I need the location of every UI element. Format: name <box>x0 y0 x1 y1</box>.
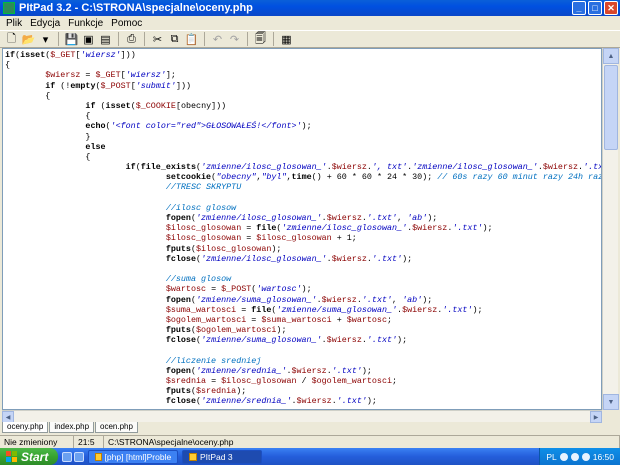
open-folder-icon[interactable]: 📂 <box>21 32 36 47</box>
code-line[interactable]: fputs($ilosc_glosowan); <box>5 244 599 254</box>
code-line[interactable]: $ilosc_glosowan = $ilosc_glosowan + 1; <box>5 233 599 243</box>
window-title: PItPad 3.2 - C:\STRONA\specjalne\oceny.p… <box>19 2 253 14</box>
scroll-thumb[interactable] <box>604 65 618 150</box>
menu-bar: Plik Edycja Funkcje Pomoc <box>0 16 620 30</box>
code-line[interactable]: $suma_wartosci = file('zmienne/suma_glos… <box>5 305 599 315</box>
code-line[interactable] <box>5 193 599 203</box>
code-line[interactable]: //TRESC SKRYPTU <box>5 182 599 192</box>
windows-logo-icon <box>6 451 17 462</box>
horizontal-scrollbar[interactable]: ◀ ▶ <box>2 410 602 423</box>
title-bar[interactable]: PItPad 3.2 - C:\STRONA\specjalne\oceny.p… <box>0 0 620 16</box>
code-line[interactable]: { <box>5 111 599 121</box>
clock[interactable]: 16:50 <box>593 452 614 462</box>
code-line[interactable]: setcookie("obecny","byl",time() + 60 * 6… <box>5 172 601 182</box>
code-line[interactable]: fopen('zmienne/suma_glosowan_'.$wiersz.'… <box>5 295 599 305</box>
code-line[interactable]: { <box>5 91 599 101</box>
vertical-scrollbar[interactable]: ▲ ▼ <box>602 48 619 410</box>
quick-launch <box>62 451 84 462</box>
tab-oceny[interactable]: oceny.php <box>2 422 49 433</box>
quick-launch-desktop-icon[interactable] <box>62 451 72 462</box>
code-line[interactable]: if(file_exists('zmienne/ilosc_glosowan_'… <box>5 162 601 172</box>
code-line[interactable]: if (!empty($_POST['submit'])) <box>5 81 599 91</box>
code-line[interactable]: //ilosc glosow <box>5 203 599 213</box>
toolbar-separator <box>118 32 119 46</box>
security-icon[interactable] <box>581 452 590 461</box>
undo-icon[interactable]: ↶ <box>210 32 225 47</box>
dropdown-arrow-icon[interactable]: ▾ <box>38 32 53 47</box>
code-line[interactable] <box>5 264 599 274</box>
tray-language[interactable]: PL <box>546 452 556 462</box>
maximize-button[interactable]: □ <box>588 1 602 15</box>
code-line[interactable]: } <box>5 132 599 142</box>
menu-plik[interactable]: Plik <box>2 18 26 29</box>
menu-edycja[interactable]: Edycja <box>26 18 64 29</box>
run-icon[interactable]: ▦ <box>279 32 294 47</box>
close-file-icon[interactable]: ▤ <box>98 32 113 47</box>
code-line[interactable]: fclose('zmienne/ilosc_glosowan_'.$wiersz… <box>5 254 599 264</box>
tab-ocen[interactable]: ocen.php <box>95 422 138 433</box>
code-line[interactable]: { <box>5 152 599 162</box>
code-line[interactable]: $ilosc_glosowan = file('zmienne/ilosc_gl… <box>5 223 599 233</box>
task-button-pitpad[interactable]: PItPad 3 <box>182 449 262 464</box>
app-icon <box>3 2 15 14</box>
code-line[interactable] <box>5 345 599 355</box>
minimize-button[interactable]: _ <box>572 1 586 15</box>
print-icon[interactable]: ⎙ <box>124 32 139 47</box>
code-line[interactable]: fopen('zmienne/ilosc_glosowan_'.$wiersz.… <box>5 213 599 223</box>
scroll-up-icon[interactable]: ▲ <box>603 48 619 64</box>
network-icon[interactable] <box>559 452 568 461</box>
code-line[interactable]: fopen('zmienne/srednia_'.$wiersz.'.txt')… <box>5 366 599 376</box>
save-icon[interactable]: 💾 <box>64 32 79 47</box>
pitpad-icon <box>189 452 197 461</box>
code-line[interactable]: //suma glosow <box>5 274 599 284</box>
toolbar-separator <box>273 32 274 46</box>
start-label: Start <box>21 449 49 464</box>
new-file-icon[interactable]: 🗋 <box>4 32 19 47</box>
task-label: PItPad 3 <box>200 451 233 462</box>
code-line[interactable]: { <box>5 60 599 70</box>
task-button-forum[interactable]: [php] [html]Problem z... <box>88 449 178 464</box>
toolbar-separator <box>58 32 59 46</box>
close-button[interactable]: ✕ <box>604 1 618 15</box>
find-icon[interactable]: 🗐 <box>253 32 268 47</box>
toolbar-separator <box>144 32 145 46</box>
code-line[interactable]: fclose('zmienne/srednia_'.$wiersz.'.txt'… <box>5 396 599 406</box>
code-line[interactable]: fputs($ogolem_wartosci); <box>5 325 599 335</box>
code-line[interactable]: $wartosc = $_POST('wartosc'); <box>5 284 599 294</box>
copy-icon[interactable]: ⧉ <box>167 32 182 47</box>
toolbar-separator <box>247 32 248 46</box>
toolbar-separator <box>204 32 205 46</box>
code-line[interactable]: $srednia = $ilosc_glosowan / $ogolem_war… <box>5 376 599 386</box>
volume-icon[interactable] <box>570 452 579 461</box>
cut-icon[interactable]: ✂ <box>150 32 165 47</box>
system-tray: PL 16:50 <box>539 448 620 465</box>
code-line[interactable]: $ogolem_wartosci = $suma_wartosci + $war… <box>5 315 599 325</box>
code-line[interactable]: $wiersz = $_GET['wiersz']; <box>5 70 599 80</box>
start-button[interactable]: Start <box>0 448 58 465</box>
scroll-down-icon[interactable]: ▼ <box>603 394 619 410</box>
menu-pomoc[interactable]: Pomoc <box>107 18 146 29</box>
code-line[interactable]: if (isset($_COOKIE[obecny])) <box>5 101 599 111</box>
task-label: [php] [html]Problem z... <box>104 451 171 462</box>
file-tabs: oceny.php index.php ocen.php <box>2 422 139 434</box>
code-line[interactable]: //liczenie sredniej <box>5 356 599 366</box>
code-line[interactable]: echo('<font color="red">GŁOSOWAŁEŚ!</fon… <box>5 121 599 131</box>
code-line[interactable]: fclose('zmienne/suma_glosowan_'.$wiersz.… <box>5 335 599 345</box>
redo-icon[interactable]: ↷ <box>227 32 242 47</box>
quick-launch-browser-icon[interactable] <box>74 451 84 462</box>
paste-icon[interactable]: 📋 <box>184 32 199 47</box>
menu-funkcje[interactable]: Funkcje <box>64 18 107 29</box>
code-line[interactable]: else <box>5 142 599 152</box>
tab-index[interactable]: index.php <box>49 422 95 433</box>
status-bar: Nie zmieniony 21:5 C:\STRONA\specjalne\o… <box>0 435 620 449</box>
scroll-right-icon[interactable]: ▶ <box>590 411 602 423</box>
save-all-icon[interactable]: ▣ <box>81 32 96 47</box>
toolbar: 🗋 📂 ▾ 💾 ▣ ▤ ⎙ ✂ ⧉ 📋 ↶ ↷ 🗐 ▦ <box>0 30 620 48</box>
code-line[interactable]: fputs($srednia); <box>5 386 599 396</box>
code-line[interactable]: if(isset($_GET['wiersz'])) <box>5 50 599 60</box>
browser-icon <box>95 452 102 461</box>
code-editor[interactable]: if(isset($_GET['wiersz'])){ $wiersz = $_… <box>2 48 602 410</box>
taskbar: Start [php] [html]Problem z... PItPad 3 … <box>0 448 620 465</box>
code-area[interactable]: if(isset($_GET['wiersz'])){ $wiersz = $_… <box>3 49 601 408</box>
